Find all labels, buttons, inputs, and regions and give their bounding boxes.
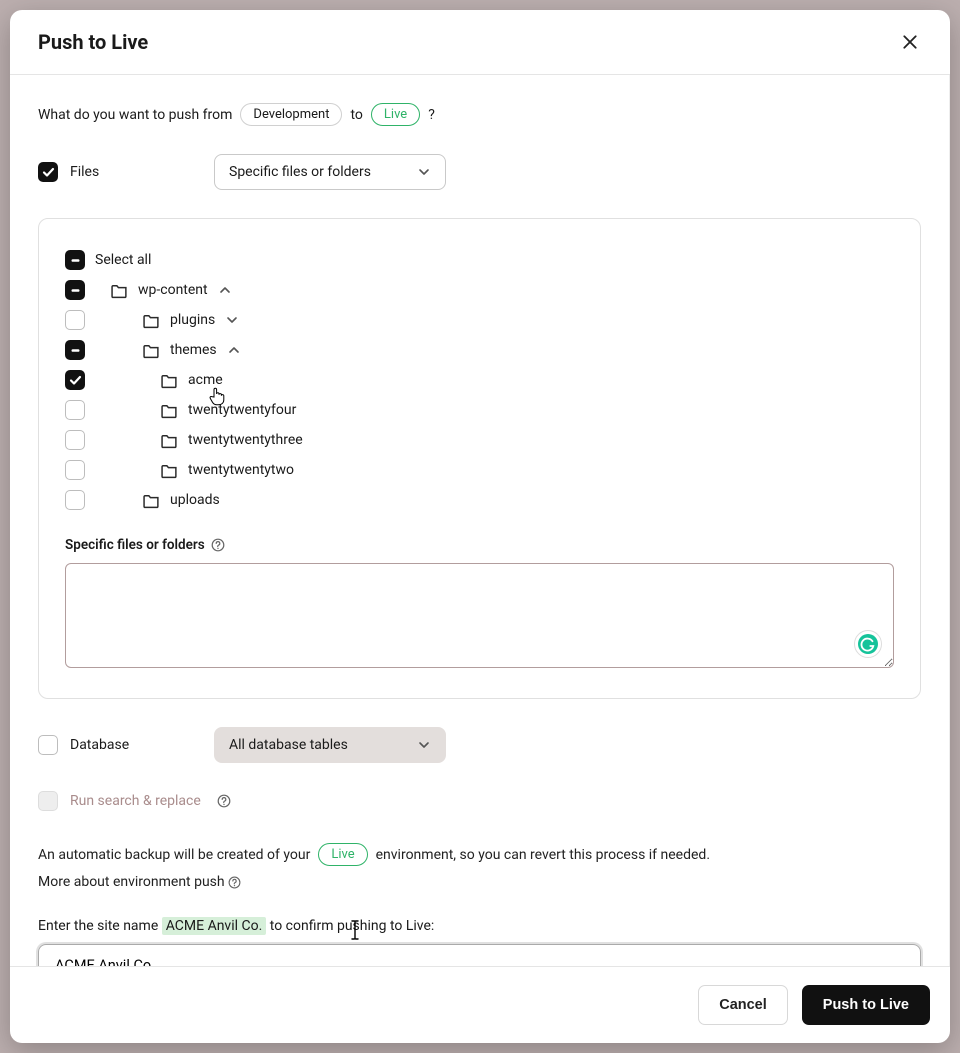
- file-tree-panel: Select all wp-content plugins: [38, 218, 921, 699]
- database-checkbox[interactable]: [38, 735, 58, 755]
- chevron-down-icon: [417, 165, 431, 179]
- wp-content-checkbox[interactable]: [65, 280, 85, 300]
- twentytwentyfour-checkbox[interactable]: [65, 400, 85, 420]
- uploads-checkbox[interactable]: [65, 490, 85, 510]
- confirm-input-wrap: [38, 944, 921, 966]
- tree-row-wp-content[interactable]: wp-content: [65, 275, 894, 305]
- modal-header: Push to Live: [10, 10, 950, 75]
- folder-icon: [143, 492, 160, 509]
- specific-files-label: Specific files or folders: [65, 537, 894, 553]
- search-replace-label: Run search & replace: [70, 793, 201, 809]
- specific-files-textarea[interactable]: [65, 563, 894, 668]
- modal-footer: Cancel Push to Live: [10, 966, 950, 1043]
- tree-label: plugins: [170, 312, 215, 328]
- twentytwentytwo-checkbox[interactable]: [65, 460, 85, 480]
- help-icon: [228, 877, 241, 893]
- folder-icon: [161, 372, 178, 389]
- push-to-live-modal: Push to Live What do you want to push fr…: [10, 10, 950, 1043]
- database-select[interactable]: All database tables: [214, 727, 446, 763]
- tree-label: twentytwentythree: [188, 432, 303, 448]
- confirm-site-name: ACME Anvil Co.: [162, 917, 267, 935]
- to-word: to: [350, 107, 362, 123]
- question-suffix: ?: [428, 107, 435, 123]
- select-all-checkbox[interactable]: [65, 250, 85, 270]
- modal-title: Push to Live: [38, 30, 148, 54]
- tree-label: Select all: [95, 252, 151, 268]
- tree-label: wp-content: [138, 282, 208, 298]
- search-replace-checkbox: [38, 791, 58, 811]
- chevron-down-icon[interactable]: [225, 313, 239, 327]
- acme-checkbox[interactable]: [65, 370, 85, 390]
- tree-row-uploads[interactable]: uploads: [65, 485, 894, 515]
- search-replace-row: Run search & replace: [38, 791, 921, 811]
- chevron-up-icon[interactable]: [218, 283, 232, 297]
- database-label: Database: [70, 737, 129, 753]
- folder-icon: [161, 432, 178, 449]
- confirm-input[interactable]: [41, 947, 918, 966]
- backup-env-pill: Live: [318, 843, 367, 866]
- chevron-down-icon: [417, 738, 431, 752]
- question-prefix: What do you want to push from: [38, 107, 232, 123]
- folder-icon: [161, 402, 178, 419]
- close-button[interactable]: [898, 30, 922, 54]
- modal-body: What do you want to push from Developmen…: [10, 75, 950, 966]
- tree-row-select-all[interactable]: Select all: [65, 245, 894, 275]
- push-button[interactable]: Push to Live: [802, 985, 930, 1025]
- tree-row-acme[interactable]: acme: [65, 365, 894, 395]
- tree-label: twentytwentytwo: [188, 462, 294, 478]
- from-env-pill: Development: [240, 103, 342, 126]
- confirm-label: Enter the site name ACME Anvil Co. to co…: [38, 918, 921, 934]
- files-section-row: Files Specific files or folders: [38, 154, 921, 190]
- help-icon[interactable]: [211, 538, 225, 552]
- close-icon: [902, 38, 918, 53]
- tree-label: twentytwentyfour: [188, 402, 296, 418]
- more-about-push-link[interactable]: More about environment push: [38, 874, 241, 890]
- tree-label: uploads: [170, 492, 220, 508]
- database-select-value: All database tables: [229, 737, 348, 753]
- folder-icon: [161, 462, 178, 479]
- cancel-button[interactable]: Cancel: [698, 985, 788, 1025]
- files-label: Files: [70, 164, 99, 180]
- tree-row-twentytwentythree[interactable]: twentytwentythree: [65, 425, 894, 455]
- tree-label: themes: [170, 342, 217, 358]
- themes-checkbox[interactable]: [65, 340, 85, 360]
- push-question-row: What do you want to push from Developmen…: [38, 103, 921, 126]
- tree-row-twentytwentytwo[interactable]: twentytwentytwo: [65, 455, 894, 485]
- chevron-up-icon[interactable]: [227, 343, 241, 357]
- grammarly-icon[interactable]: [854, 630, 882, 658]
- help-icon[interactable]: [217, 794, 231, 808]
- files-checkbox[interactable]: [38, 162, 58, 182]
- twentytwentythree-checkbox[interactable]: [65, 430, 85, 450]
- folder-icon: [143, 342, 160, 359]
- files-select[interactable]: Specific files or folders: [214, 154, 446, 190]
- plugins-checkbox[interactable]: [65, 310, 85, 330]
- folder-icon: [111, 282, 128, 299]
- folder-icon: [143, 312, 160, 329]
- to-env-pill: Live: [371, 103, 420, 126]
- files-select-value: Specific files or folders: [229, 164, 371, 180]
- database-section-row: Database All database tables: [38, 727, 921, 763]
- file-tree: Select all wp-content plugins: [65, 245, 894, 515]
- tree-row-twentytwentyfour[interactable]: twentytwentyfour: [65, 395, 894, 425]
- tree-row-themes[interactable]: themes: [65, 335, 894, 365]
- tree-row-plugins[interactable]: plugins: [65, 305, 894, 335]
- tree-label: acme: [188, 372, 223, 388]
- backup-info: An automatic backup will be created of y…: [38, 843, 921, 890]
